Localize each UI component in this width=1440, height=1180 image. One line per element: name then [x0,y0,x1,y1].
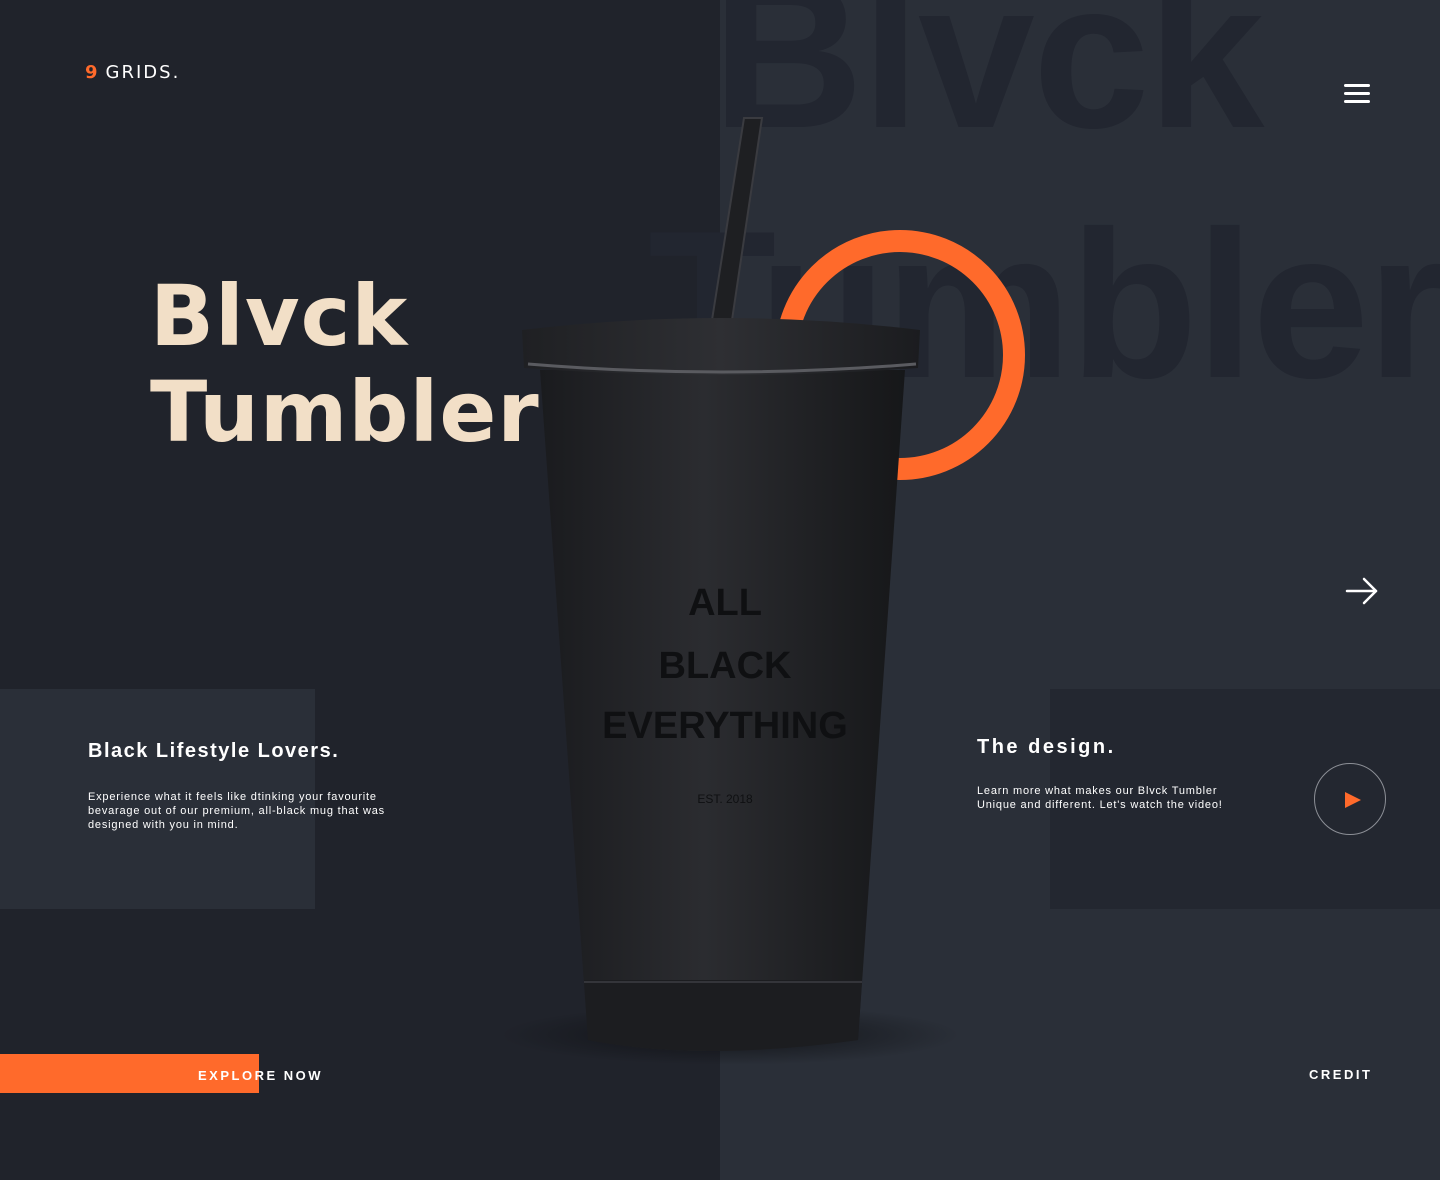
left-card-body: Experience what it feels like dtinking y… [88,791,385,831]
brand-logo-name: GRIDS. [105,62,181,83]
straw [710,117,764,321]
play-video-button[interactable] [1314,763,1386,835]
explore-now-button[interactable]: EXPLORE NOW [198,1068,323,1083]
brand-logo[interactable]: 9 GRIDS. [85,62,180,83]
left-card-heading: Black Lifestyle Lovers. [88,740,340,762]
cup-print-line3: EVERYTHING [602,705,848,747]
right-card-heading: The design. [977,736,1116,758]
cup-print-est: EST. 2018 [697,792,753,806]
cup-print-line1: ALL [688,582,762,624]
hamburger-menu-icon[interactable] [1344,84,1370,104]
hero-title-line1: Blvck [150,267,409,365]
play-icon [1345,792,1361,808]
brand-logo-number: 9 [85,62,100,83]
right-card-body: Learn more what makes our Blvck Tumbler … [977,785,1223,811]
credit-link[interactable]: CREDIT [1309,1067,1372,1082]
tumbler-product-image: ALL BLACK EVERYTHING EST. 2018 [500,117,1025,1065]
cup-print-line2: BLACK [659,645,793,687]
arrow-right-icon[interactable] [1344,576,1380,606]
